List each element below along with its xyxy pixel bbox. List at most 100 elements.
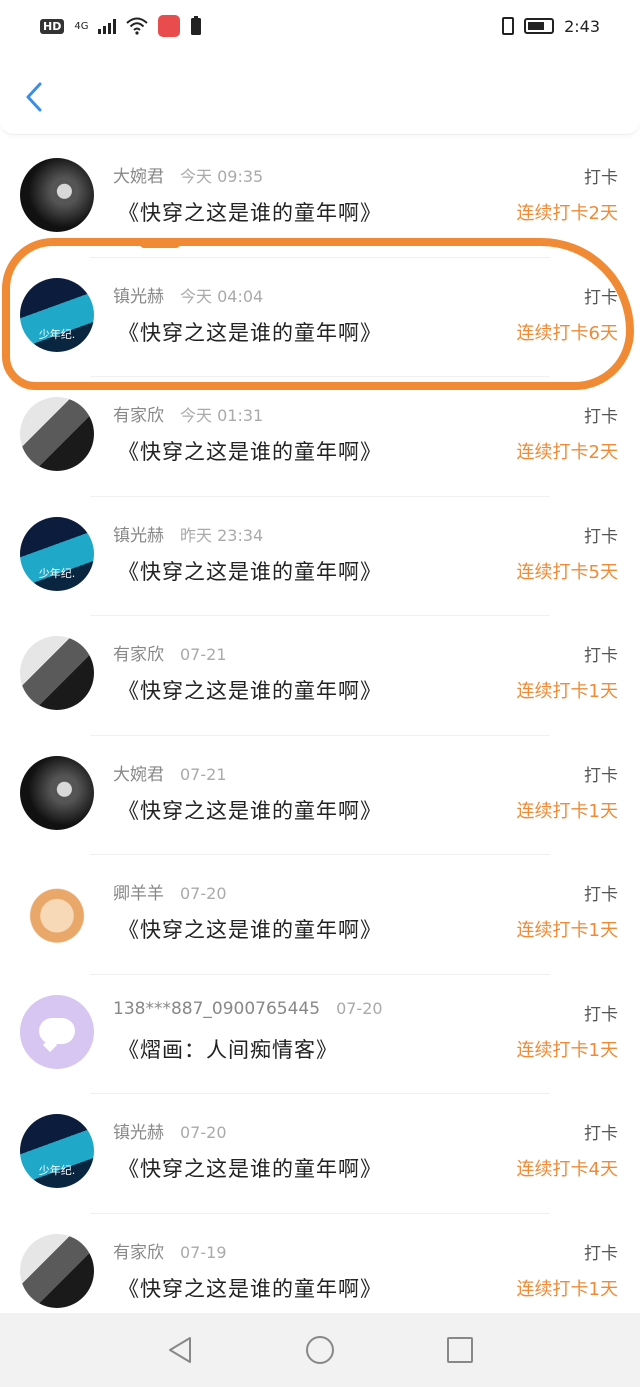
book-title[interactable]: 《快穿之这是谁的童年啊》 — [118, 556, 382, 586]
checkin-time: 今天 04:04 — [180, 286, 264, 306]
username[interactable]: 有家欣 — [113, 406, 164, 426]
streak-label: 连续打卡5天 — [516, 561, 618, 583]
book-title[interactable]: 《快穿之这是谁的童年啊》 — [118, 795, 382, 825]
back-arrow-icon[interactable] — [24, 82, 44, 112]
username[interactable]: 镇光赫 — [113, 526, 164, 546]
checkin-list: 大婉君 今天 09:35 《快穿之这是谁的童年啊》 打卡 连续打卡2天 少年纪. 镇光赫 今天… — [0, 138, 640, 1333]
username[interactable]: 大婉君 — [113, 167, 164, 187]
nav-recents-button[interactable] — [440, 1330, 480, 1370]
flower-avatar[interactable] — [20, 875, 94, 949]
streak-label: 连续打卡4天 — [516, 1159, 618, 1180]
hd-indicator: HD — [40, 18, 65, 34]
checkin-row[interactable]: 大婉君 07-21 《快穿之这是谁的童年啊》 打卡连续打卡1天 — [0, 736, 640, 855]
user-meta: 镇光赫 07-20 — [113, 1118, 227, 1143]
man-portrait-avatar[interactable] — [20, 1233, 94, 1308]
checkin-time: 07-21 — [180, 645, 227, 664]
checkin-time: 07-20 — [180, 884, 227, 903]
battery-icon — [524, 18, 555, 34]
nav-home-button[interactable] — [300, 1330, 340, 1370]
book-title[interactable]: 《快穿之这是谁的童年啊》 — [118, 1153, 382, 1183]
username[interactable]: 镇光赫 — [113, 1123, 164, 1143]
triangle-back-icon — [169, 1337, 191, 1363]
annotation-stroke — [140, 240, 180, 248]
checkin-tag: 打卡 — [584, 526, 618, 547]
streak-label: 连续打卡2天 — [516, 203, 618, 224]
status-right: 2:43 — [502, 17, 600, 36]
wifi-icon — [126, 17, 149, 35]
username[interactable]: 有家欣 — [113, 1243, 164, 1263]
checkin-time: 07-20 — [336, 998, 383, 1018]
status-bar: HD 4G 2:43 — [0, 0, 640, 52]
checkin-row[interactable]: 卿羊羊 07-20 《快穿之这是谁的童年啊》 打卡连续打卡1天 — [0, 855, 640, 975]
checkin-tag: 打卡 — [584, 1243, 618, 1264]
checkin-time: 07-21 — [180, 764, 227, 784]
storage-icon — [191, 16, 202, 35]
checkin-time: 07-20 — [180, 1123, 227, 1142]
system-nav-bar — [0, 1313, 640, 1387]
sunglasses-avatar[interactable]: 少年纪. — [20, 1114, 94, 1188]
streak-label: 连续打卡2天 — [516, 442, 618, 463]
checkin-row[interactable]: 少年纪. 镇光赫 今天 04:04 《快穿之这是谁的童年啊》 打卡连续打卡6天 — [0, 258, 640, 377]
checkin-tag: 打卡 — [584, 646, 618, 666]
book-title[interactable]: 《快穿之这是谁的童年啊》 — [118, 1273, 382, 1303]
checkin-time: 今天 09:35 — [180, 167, 264, 186]
user-meta: 镇光赫 今天 04:04 — [113, 282, 263, 307]
book-title[interactable]: 《快穿之这是谁的童年啊》 — [118, 436, 382, 466]
user-meta: 有家欣 07-19 — [113, 1238, 227, 1263]
vibrate-icon — [502, 17, 515, 35]
avatar-caption: 少年纪. — [38, 566, 76, 580]
username[interactable]: 有家欣 — [113, 645, 164, 665]
book-title[interactable]: 《快穿之这是谁的童年啊》 — [118, 914, 382, 944]
checkin-row[interactable]: 有家欣 07-21 《快穿之这是谁的童年啊》 打卡连续打卡1天 — [0, 616, 640, 736]
checkin-row[interactable]: 少年纪. 镇光赫 昨天 23:34 《快穿之这是谁的童年啊》 打卡连续打卡5天 — [0, 497, 640, 616]
streak-label: 连续打卡6天 — [516, 322, 618, 344]
username[interactable]: 大婉君 — [113, 765, 164, 785]
checkin-row[interactable]: 少年纪. 镇光赫 07-20 《快穿之这是谁的童年啊》 打卡连续打卡4天 — [0, 1094, 640, 1214]
nav-back-button[interactable] — [160, 1330, 200, 1370]
man-portrait-avatar[interactable] — [20, 397, 94, 471]
clock: 2:43 — [564, 16, 600, 36]
square-recents-icon — [447, 1337, 473, 1363]
checkin-row[interactable]: 138***887_0900765445 07-20 《熠画：人间痴情客》 打卡连续打… — [0, 975, 640, 1094]
user-meta: 卿羊羊 07-20 — [113, 879, 227, 904]
book-title[interactable]: 《快穿之这是谁的童年啊》 — [118, 197, 382, 227]
checkin-tag: 打卡 — [584, 407, 618, 427]
checkin-row[interactable]: 大婉君 今天 09:35 《快穿之这是谁的童年啊》 打卡连续打卡2天 — [0, 138, 640, 258]
book-title[interactable]: 《快穿之这是谁的童年啊》 — [118, 675, 382, 705]
checkin-time: 07-19 — [180, 1242, 227, 1262]
checkin-tag: 打卡 — [584, 1004, 618, 1025]
top-bar — [0, 52, 640, 135]
avatar-caption: 少年纪. — [38, 327, 76, 341]
streak-label: 连续打卡1天 — [516, 681, 618, 702]
streak-label: 连续打卡1天 — [516, 920, 618, 941]
app-notification-icon — [158, 15, 181, 37]
checkin-time: 今天 01:31 — [180, 406, 264, 425]
user-meta: 有家欣 今天 01:31 — [113, 401, 263, 426]
checkin-tag: 打卡 — [584, 885, 618, 905]
username[interactable]: 138***887_0900765445 — [113, 999, 320, 1019]
dandelion-avatar[interactable] — [20, 755, 94, 830]
checkin-tag: 打卡 — [584, 287, 618, 308]
checkin-tag: 打卡 — [584, 765, 618, 786]
book-title[interactable]: 《快穿之这是谁的童年啊》 — [118, 317, 382, 347]
man-portrait-avatar[interactable] — [20, 636, 94, 710]
streak-label: 连续打卡1天 — [516, 800, 618, 822]
username[interactable]: 卿羊羊 — [113, 884, 164, 904]
username[interactable]: 镇光赫 — [113, 287, 164, 307]
user-meta: 138***887_0900765445 07-20 — [113, 999, 383, 1019]
checkin-time: 昨天 23:34 — [180, 525, 264, 545]
user-meta: 大婉君 07-21 — [113, 760, 227, 785]
book-title[interactable]: 《熠画：人间痴情客》 — [118, 1034, 338, 1064]
chat-bubble-icon — [39, 1017, 75, 1044]
checkin-row[interactable]: 有家欣 今天 01:31 《快穿之这是谁的童年啊》 打卡连续打卡2天 — [0, 377, 640, 497]
sunglasses-avatar[interactable]: 少年纪. — [20, 277, 94, 352]
status-left: HD 4G — [40, 15, 202, 37]
checkin-tag: 打卡 — [584, 168, 618, 188]
checkin-tag: 打卡 — [584, 1124, 618, 1144]
avatar-caption: 少年纪. — [38, 1164, 76, 1177]
circle-home-icon — [306, 1336, 334, 1364]
sunglasses-avatar[interactable]: 少年纪. — [20, 516, 94, 591]
streak-label: 连续打卡1天 — [516, 1039, 618, 1061]
dandelion-avatar[interactable] — [20, 158, 94, 232]
chat-bubble-avatar[interactable] — [20, 994, 94, 1069]
